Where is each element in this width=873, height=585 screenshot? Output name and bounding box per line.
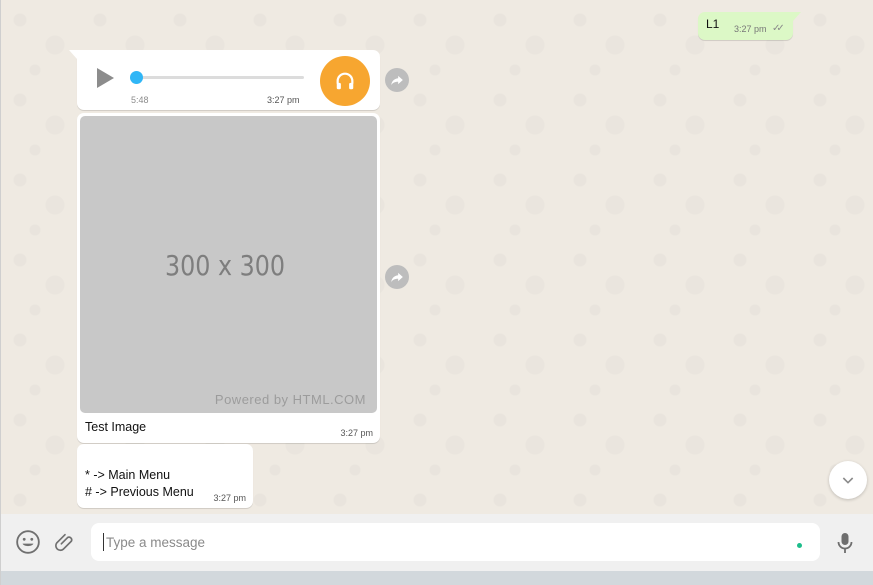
menu-line: # -> Previous Menu bbox=[85, 485, 194, 499]
scroll-down-button[interactable] bbox=[829, 461, 867, 499]
play-icon[interactable] bbox=[97, 68, 114, 88]
audio-avatar bbox=[320, 56, 370, 106]
text-cursor bbox=[103, 533, 104, 551]
headphones-icon bbox=[336, 72, 354, 90]
image-message[interactable]: 300 x 300 Powered by HTML.COM Test Image… bbox=[77, 113, 380, 443]
image-caption: Test Image bbox=[85, 420, 147, 434]
message-composer bbox=[0, 514, 873, 571]
message-input[interactable] bbox=[91, 523, 820, 561]
bottom-bar bbox=[0, 571, 873, 585]
paperclip-icon bbox=[55, 533, 73, 552]
attach-button[interactable] bbox=[52, 529, 78, 555]
emoji-icon bbox=[16, 530, 40, 554]
audio-seek-handle[interactable] bbox=[130, 71, 143, 84]
image-size-label: 300 x 300 bbox=[164, 249, 286, 282]
message-time: 3:27 pm bbox=[340, 428, 373, 438]
audio-message[interactable]: 5:48 3:27 pm bbox=[69, 50, 380, 110]
chat-area: L1 3:27 pm ✓✓ 5:48 3:27 pm 300 x 300 Pow… bbox=[0, 0, 873, 514]
microphone-icon bbox=[837, 533, 853, 553]
chevron-down-icon bbox=[842, 477, 854, 484]
divider bbox=[0, 0, 1, 585]
status-dot bbox=[797, 543, 802, 548]
emoji-button[interactable] bbox=[14, 528, 42, 556]
message-text: L1 bbox=[706, 17, 720, 31]
menu-line: * -> Main Menu bbox=[85, 468, 171, 482]
forward-button[interactable] bbox=[385, 265, 409, 289]
message-time: 3:27 pm bbox=[734, 24, 767, 34]
message-time: 3:27 pm bbox=[267, 95, 300, 105]
image-placeholder[interactable]: 300 x 300 Powered by HTML.COM bbox=[80, 116, 377, 413]
voice-record-button[interactable] bbox=[833, 529, 857, 557]
forward-button[interactable] bbox=[385, 68, 409, 92]
forward-icon bbox=[391, 272, 403, 283]
forward-icon bbox=[391, 75, 403, 86]
audio-duration: 5:48 bbox=[131, 95, 149, 105]
outgoing-message[interactable]: L1 3:27 pm ✓✓ bbox=[698, 12, 801, 40]
double-check-icon: ✓✓ bbox=[772, 23, 785, 34]
message-time: 3:27 pm bbox=[213, 493, 246, 503]
audio-seek-track[interactable] bbox=[136, 76, 304, 79]
menu-message[interactable]: * -> Main Menu # -> Previous Menu 3:27 p… bbox=[77, 444, 253, 508]
image-watermark: Powered by HTML.COM bbox=[214, 392, 366, 407]
